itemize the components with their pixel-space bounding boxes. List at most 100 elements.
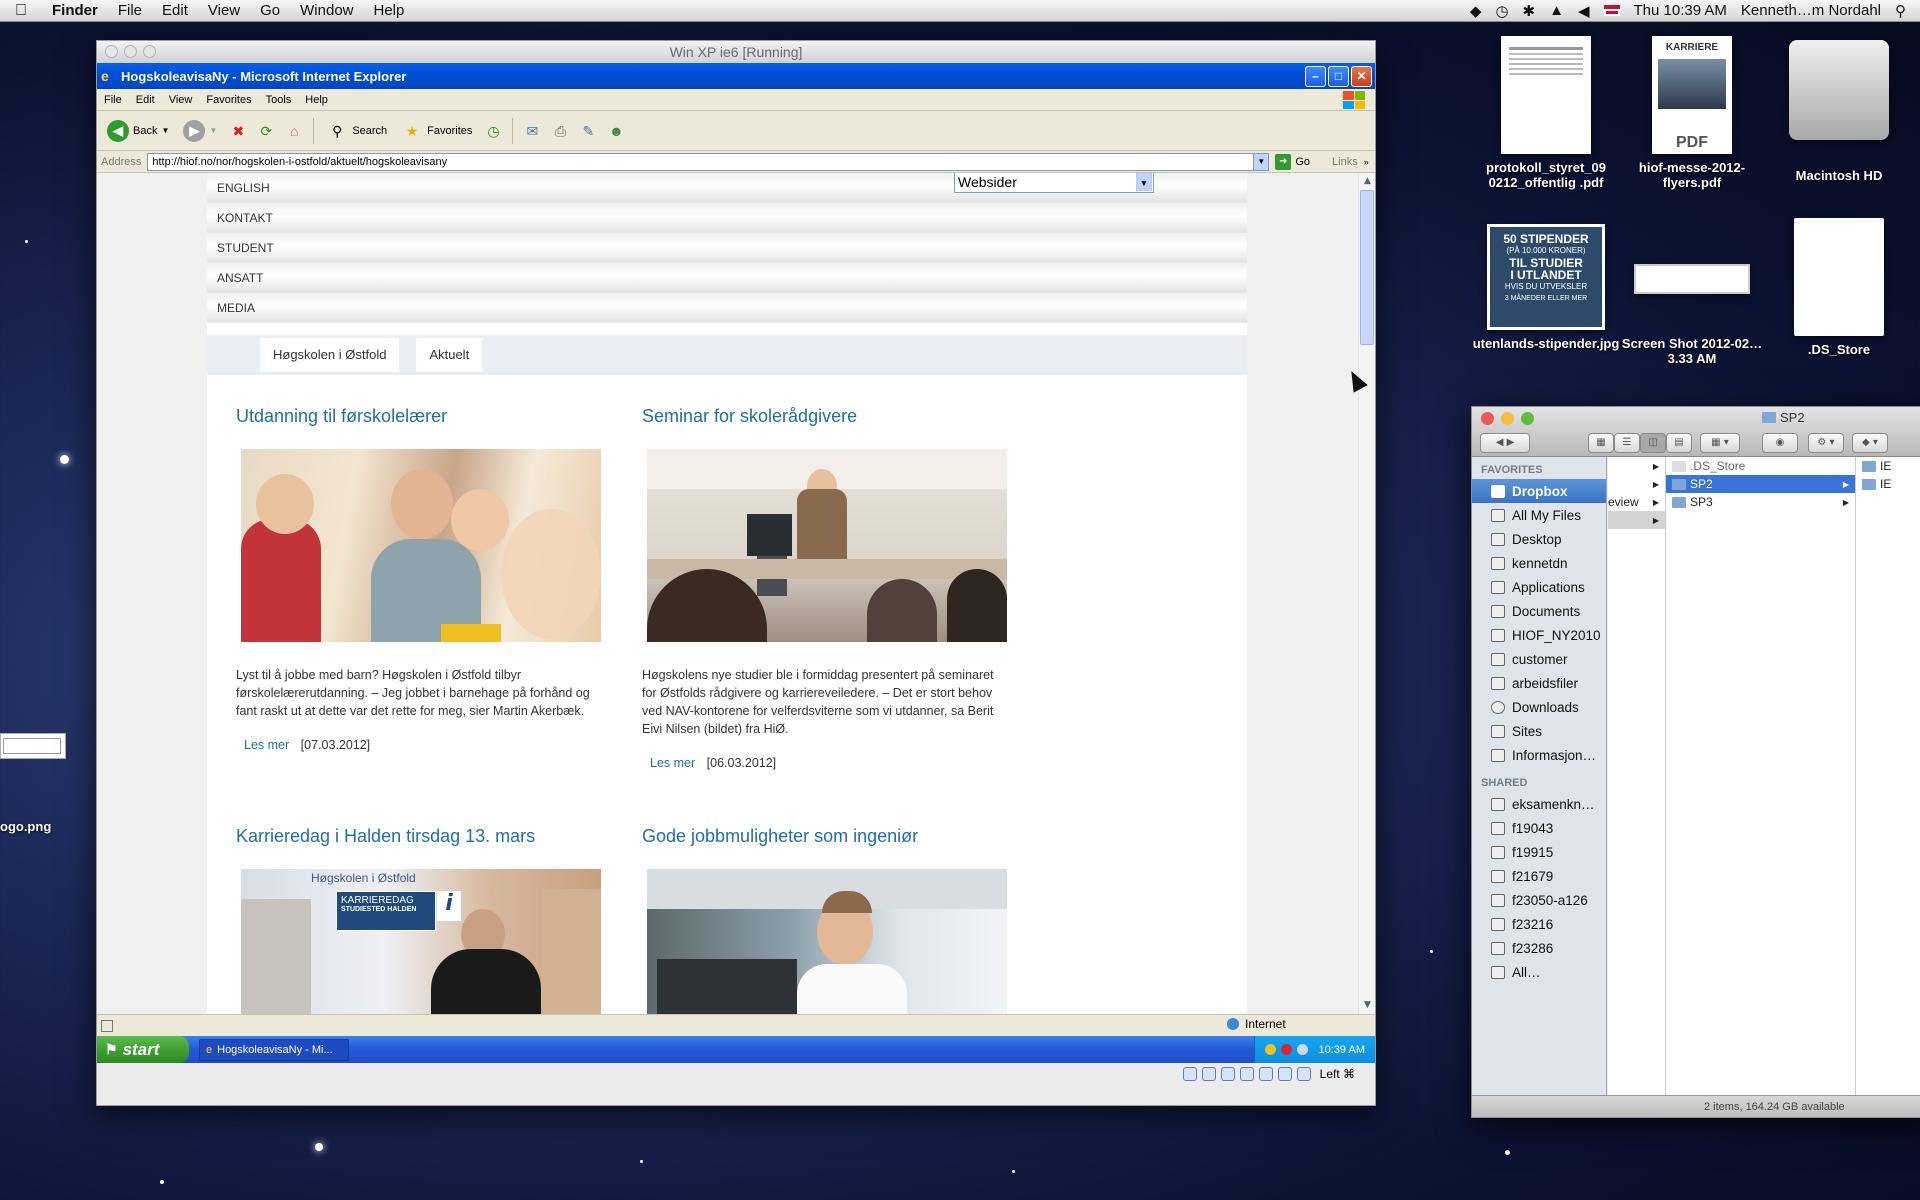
quicklook-eye-icon[interactable]: ◉ [1762,433,1798,453]
stop-icon[interactable]: ✖ [227,120,249,142]
breadcrumb-hiof[interactable]: Høgskolen i Østfold [260,338,400,372]
display-icon[interactable] [1277,1067,1292,1081]
sidebar-item-arbeidsfiler[interactable]: arbeidsfiler [1472,671,1606,695]
sidebar-item-informasjon[interactable]: Informasjon… [1472,743,1606,767]
wifi-icon[interactable]: ▲ [1549,2,1564,19]
coverflow-view-button[interactable]: ▤ [1666,433,1692,453]
apple-menu-icon[interactable]:  [0,2,42,20]
sidebar-item-shared[interactable]: f23050-a126 [1472,888,1606,912]
menu-window[interactable]: Window [290,2,363,19]
column-view-button[interactable]: ◫ [1640,433,1666,453]
capture-icon[interactable] [1296,1067,1311,1081]
minimize-light-icon[interactable] [1501,412,1514,425]
maximize-icon[interactable]: □ [1328,65,1349,87]
flag-icon[interactable] [1603,5,1620,16]
close-light-icon[interactable] [105,45,118,58]
read-more-link[interactable]: Les mer [650,756,695,770]
scroll-up-icon[interactable]: ▲ [1359,173,1375,190]
close-icon[interactable]: ✕ [1351,65,1372,87]
ie-menu-help[interactable]: Help [298,94,335,106]
sidebar-item-documents[interactable]: Documents [1472,599,1606,623]
alert-icon[interactable] [1280,1044,1292,1055]
sidebar-item-shared[interactable]: f19915 [1472,840,1606,864]
disk-icon[interactable] [1182,1067,1197,1081]
dropbox-status-icon[interactable]: ◆ [1470,2,1482,20]
messenger-icon[interactable]: ☻ [605,120,627,142]
article-photo-seminar[interactable] [647,449,1007,642]
ie-menu-edit[interactable]: Edit [129,94,162,106]
icon-view-button[interactable]: ▦ [1588,433,1614,453]
security-shield-icon[interactable] [1264,1044,1276,1055]
folder-row-selected[interactable]: SP2 ▶ [1666,475,1855,493]
desktop-icon-screenshot[interactable]: Screen Shot 2012-02…3.33 AM [1617,224,1767,366]
sidebar-item-all-shared[interactable]: All… [1472,960,1606,984]
column-row-selected[interactable]: ▶ [1608,511,1665,529]
ie-menu-view[interactable]: View [162,94,200,106]
action-gear-icon[interactable]: ⚙ ▾ [1808,433,1844,453]
chevron-down-icon[interactable]: ▼ [1136,173,1152,191]
vertical-scrollbar[interactable]: ▲ ▼ [1358,173,1375,1014]
breadcrumb-aktuelt[interactable]: Aktuelt [416,338,483,372]
sidebar-item-shared[interactable]: f21679 [1472,864,1606,888]
go-button[interactable]: ➜ Go [1275,153,1310,170]
sidebar-item-customer[interactable]: customer [1472,647,1606,671]
zoom-light-icon[interactable] [143,45,156,58]
ie-titlebar[interactable]: e HogskoleavisaNy - Microsoft Internet E… [97,63,1375,89]
links-button[interactable]: Links [1332,156,1358,168]
menubar-clock[interactable]: Thu 10:39 AM [1634,2,1727,19]
file-row[interactable]: .DS_Store [1666,457,1855,475]
ie-menu-favorites[interactable]: Favorites [199,94,258,106]
start-button[interactable]: ⚑ start [97,1036,189,1063]
nav-student[interactable]: STUDENT [207,233,1247,263]
sidebar-item-hiof[interactable]: HIOF_NY2010 [1472,623,1606,647]
sidebar-item-downloads[interactable]: Downloads [1472,695,1606,719]
sidebar-item-all-my-files[interactable]: All My Files [1472,503,1606,527]
cd-icon[interactable] [1201,1067,1216,1081]
bluetooth-icon[interactable]: ✱ [1523,2,1536,20]
menu-edit[interactable]: Edit [152,2,198,19]
finder-toolbar[interactable]: SP2 ◀ ▶ ▦ ☰ ◫ ▤ ▦ ▾ ◉ ⚙ ▾ ◆ ▾ [1472,407,1920,457]
chevron-right-icon[interactable]: » [1364,157,1369,167]
vm-titlebar[interactable]: Win XP ie6 [Running] [97,41,1375,63]
article-title-link[interactable]: Utdanning til førskolelærer [236,406,606,427]
print-icon[interactable]: ⎙ [549,120,571,142]
edit-icon[interactable]: ✎ [577,120,599,142]
mail-icon[interactable]: ✉ [521,120,543,142]
menubar-user[interactable]: Kenneth…m Nordahl [1741,2,1881,19]
article-photo-ingenior[interactable] [647,869,1007,1014]
scroll-down-icon[interactable]: ▼ [1359,997,1375,1014]
menu-view[interactable]: View [198,2,250,19]
zoom-light-icon[interactable] [1521,412,1534,425]
refresh-icon[interactable]: ⟳ [255,120,277,142]
sidebar-item-applications[interactable]: Applications [1472,575,1606,599]
article-title-link[interactable]: Seminar for skolerådgivere [642,406,1012,427]
address-input[interactable]: http://hiof.no/nor/hogskolen-i-ostfold/a… [147,152,1270,171]
article-photo-karrieredag[interactable]: Høgskolen i Østfold KARRIEREDAG STUDIEST… [241,869,601,1014]
search-button[interactable]: ⚲ Search [322,118,391,144]
chevron-down-icon[interactable]: ▼ [209,126,217,135]
file-row[interactable]: IE [1856,475,1920,493]
back-forward-buttons[interactable]: ◀ ▶ [1480,433,1530,453]
favorites-button[interactable]: ★ Favorites [397,118,476,144]
usb-icon[interactable] [1220,1067,1235,1081]
sidebar-item-shared[interactable]: f23216 [1472,912,1606,936]
folder-row[interactable]: SP3 ▶ [1666,493,1855,511]
back-button[interactable]: ◀ Back ▼ [103,118,173,144]
scrollbar-thumb[interactable] [1360,190,1374,345]
tray-clock[interactable]: 10:39 AM [1319,1044,1365,1056]
spotlight-icon[interactable]: ⚲ [1895,2,1906,20]
sidebar-item-sites[interactable]: Sites [1472,719,1606,743]
ie-menu-file[interactable]: File [97,94,129,106]
network-adapter-icon[interactable] [1239,1067,1254,1081]
forward-button[interactable]: ▶ ▼ [179,118,221,144]
chevron-down-icon[interactable]: ▼ [161,126,169,135]
volume-icon[interactable]: ◀ [1578,2,1590,20]
article-title-link[interactable]: Karrieredag i Halden tirsdag 13. mars [236,826,606,847]
list-view-button[interactable]: ☰ [1614,433,1640,453]
menu-go[interactable]: Go [250,2,290,19]
menu-file[interactable]: File [108,2,152,19]
dropbox-toolbar-button[interactable]: ◆ ▾ [1852,433,1888,453]
home-icon[interactable]: ⌂ [283,120,305,142]
article-title-link[interactable]: Gode jobbmuligheter som ingeniør [642,826,1012,847]
history-icon[interactable]: ◷ [482,120,504,142]
